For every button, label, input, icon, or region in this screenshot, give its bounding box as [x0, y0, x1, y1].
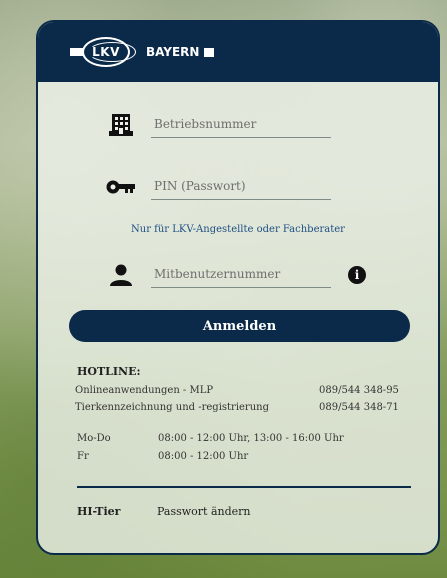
staff-login-link[interactable]: Nur für LKV-Angestellte oder Fachberater	[38, 224, 438, 235]
logo-lkv-text: LKV	[92, 45, 120, 59]
mitbenutzer-input[interactable]	[151, 260, 331, 288]
login-button[interactable]: Anmelden	[69, 310, 410, 342]
hours-row: Fr 08:00 - 12:00 Uhr	[77, 451, 248, 462]
hours-days: Fr	[77, 451, 89, 462]
hours-time: 08:00 - 12:00 Uhr, 13:00 - 16:00 Uhr	[158, 433, 344, 444]
hotline-title: HOTLINE:	[77, 365, 141, 378]
hotline-label: Onlineanwendungen - MLP	[75, 385, 214, 396]
hotline-row: Tierkennzeichnung und -registrierung 089…	[75, 402, 405, 413]
pin-input[interactable]	[151, 172, 331, 200]
divider	[77, 486, 411, 488]
building-icon	[106, 112, 136, 138]
user-icon	[106, 262, 136, 288]
hi-tier-link[interactable]: HI-Tier	[77, 505, 120, 518]
hotline-label: Tierkennzeichnung und -registrierung	[75, 402, 269, 413]
logo-ellipse: LKV	[82, 37, 136, 67]
mitbenutzer-field-row: i	[38, 260, 438, 292]
lkv-bayern-logo: LKV BAYERN	[70, 37, 215, 67]
info-icon[interactable]: i	[348, 266, 366, 284]
hotline-phone: 089/544 348-71	[319, 402, 399, 413]
hours-row: Mo-Do 08:00 - 12:00 Uhr, 13:00 - 16:00 U…	[77, 433, 344, 444]
change-password-link[interactable]: Passwort ändern	[157, 505, 251, 518]
login-card: LKV BAYERN Betriebsnummer Nur für LKV-An…	[36, 20, 440, 555]
betriebsnummer-field-row	[38, 110, 438, 142]
card-header: LKV BAYERN	[38, 22, 438, 82]
logo-square	[204, 47, 215, 57]
logo-bayern-text: BAYERN	[146, 45, 200, 59]
pin-field-row	[38, 172, 438, 204]
betriebsnummer-input[interactable]	[151, 110, 331, 138]
hours-time: 08:00 - 12:00 Uhr	[158, 451, 249, 462]
hotline-phone: 089/544 348-95	[319, 385, 399, 396]
hotline-row: Onlineanwendungen - MLP 089/544 348-95	[75, 385, 405, 396]
key-icon	[106, 174, 136, 200]
hours-days: Mo-Do	[77, 433, 111, 444]
